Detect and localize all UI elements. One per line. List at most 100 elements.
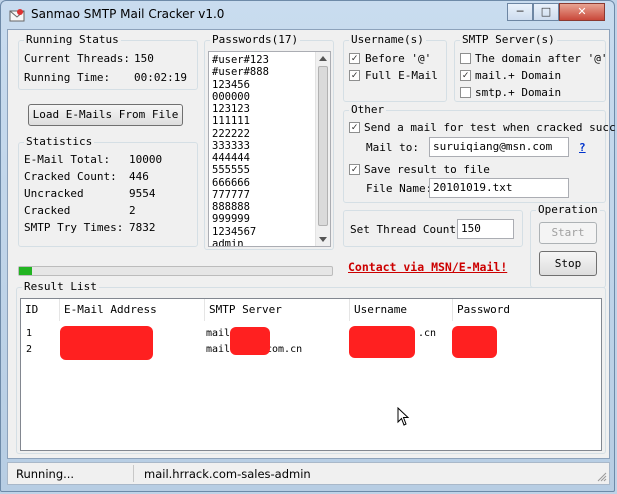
cracked-count-label: Cracked Count: (24, 170, 117, 183)
mail-domain-checkbox[interactable]: ✓ (460, 70, 471, 81)
contact-link[interactable]: Contact via MSN/E-Mail! (348, 261, 507, 274)
progress-bar (18, 266, 333, 276)
thread-count-label: Set Thread Count: (350, 223, 463, 236)
save-result-label: Save result to file (364, 163, 490, 176)
row-id: 1 (26, 328, 33, 339)
smtp-server-group: SMTP Server(s) The domain after '@' ✓ ma… (454, 34, 608, 102)
send-test-mail-label: Send a mail for test when cracked succ (364, 121, 616, 134)
list-item[interactable]: #user#888 (209, 66, 330, 78)
column-header-email[interactable]: E-Mail Address (60, 299, 205, 321)
before-at-label: Before '@' (365, 52, 432, 65)
operation-group: Operation Start Stop (530, 204, 606, 288)
resize-grip-icon[interactable] (596, 471, 607, 482)
maximize-button[interactable]: □ (533, 3, 559, 21)
row-username-suffix: .cn (418, 328, 437, 339)
threads-value: 150 (134, 52, 154, 65)
result-table[interactable]: ID E-Mail Address SMTP Server Username P… (20, 298, 602, 451)
result-list-label: Result List (22, 280, 99, 293)
cracked-label: Cracked (24, 204, 71, 217)
running-status-group: Running Status Current Threads: 150 Runn… (18, 34, 198, 90)
smtp-domain-label: smtp.+ Domain (475, 86, 562, 99)
passwords-list[interactable]: #user#123 #user#888 123456 000000 123123… (208, 51, 331, 247)
cracked-count-value: 446 (129, 170, 149, 183)
list-item[interactable]: 888888 (209, 201, 330, 213)
running-time-value: 00:02:19 (134, 71, 187, 84)
file-name-input[interactable]: 20101019.txt (429, 178, 569, 198)
list-item[interactable]: 999999 (209, 213, 330, 225)
save-result-checkbox[interactable]: ✓ (349, 164, 360, 175)
minimize-button[interactable]: ─ (507, 3, 533, 21)
redaction-mark (349, 326, 415, 358)
email-total-value: 10000 (129, 153, 163, 166)
stop-button[interactable]: Stop (539, 251, 597, 276)
list-item[interactable]: 1234567 (209, 226, 330, 238)
status-bar: Running... mail.hrrack.com-sales-admin (7, 462, 610, 485)
scroll-up-icon[interactable] (319, 55, 327, 61)
progress-fill (19, 267, 32, 275)
cracked-value: 2 (129, 204, 136, 217)
mail-to-input[interactable]: suruiqiang@msn.com (429, 137, 569, 157)
mail-to-label: Mail to: (366, 141, 419, 154)
passwords-group: Passwords(17) #user#123 #user#888 123456… (204, 34, 334, 250)
redaction-mark (60, 326, 153, 360)
mail-domain-label: mail.+ Domain (475, 69, 562, 82)
threads-label: Current Threads: (24, 52, 130, 65)
list-item[interactable]: 666666 (209, 177, 330, 189)
list-item[interactable]: 000000 (209, 91, 330, 103)
result-list-group: Result List ID E-Mail Address SMTP Serve… (16, 281, 606, 454)
list-item[interactable]: 555555 (209, 164, 330, 176)
uncracked-value: 9554 (129, 187, 156, 200)
list-item[interactable]: 222222 (209, 128, 330, 140)
thread-count-group: Set Thread Count: 150 (343, 210, 523, 247)
close-button[interactable]: ✕ (559, 3, 605, 21)
passwords-items: #user#123 #user#888 123456 000000 123123… (209, 52, 330, 246)
list-item[interactable]: 123456 (209, 79, 330, 91)
status-divider (133, 465, 134, 482)
running-time-label: Running Time: (24, 71, 111, 84)
email-total-label: E-Mail Total: (24, 153, 111, 166)
list-item[interactable]: 123123 (209, 103, 330, 115)
file-name-label: File Name: (366, 182, 433, 195)
column-header-smtp[interactable]: SMTP Server (205, 299, 350, 321)
full-email-checkbox[interactable]: ✓ (349, 70, 360, 81)
scroll-down-icon[interactable] (319, 237, 327, 243)
username-group: Username(s) ✓ Before '@' ✓ Full E-Mail (343, 34, 447, 102)
load-emails-button[interactable]: Load E-Mails From File (28, 104, 183, 126)
row-smtp-suffix: com.cn (266, 344, 303, 355)
operation-label: Operation (536, 203, 600, 216)
list-item[interactable]: 111111 (209, 115, 330, 127)
mouse-cursor-icon (397, 407, 410, 426)
passwords-label: Passwords(17) (210, 33, 301, 46)
list-item[interactable]: 333333 (209, 140, 330, 152)
before-at-checkbox[interactable]: ✓ (349, 53, 360, 64)
title-bar[interactable]: Sanmao SMTP Mail Cracker v1.0 ─ □ ✕ (1, 1, 614, 29)
thread-count-input[interactable]: 150 (457, 219, 514, 239)
row-id: 2 (26, 344, 33, 355)
list-item[interactable]: admin (209, 238, 330, 246)
smtp-try-label: SMTP Try Times: (24, 221, 124, 234)
list-item[interactable]: 777777 (209, 189, 330, 201)
running-status-label: Running Status (24, 33, 121, 46)
smtp-server-label: SMTP Server(s) (460, 33, 557, 46)
help-link[interactable]: ? (579, 141, 586, 154)
app-window: Sanmao SMTP Mail Cracker v1.0 ─ □ ✕ Runn… (0, 0, 616, 492)
app-icon (9, 9, 25, 22)
statistics-label: Statistics (24, 135, 95, 148)
domain-after-at-label: The domain after '@' (475, 52, 608, 65)
passwords-scrollbar[interactable] (315, 52, 330, 246)
client-area: Running Status Current Threads: 150 Runn… (7, 29, 616, 459)
column-header-username[interactable]: Username (350, 299, 453, 321)
column-header-password[interactable]: Password (453, 299, 601, 321)
domain-after-at-checkbox[interactable] (460, 53, 471, 64)
send-test-mail-checkbox[interactable]: ✓ (349, 122, 360, 133)
smtp-try-value: 7832 (129, 221, 156, 234)
row-smtp-prefix: mail (206, 344, 231, 355)
redaction-mark (452, 326, 497, 358)
scroll-thumb[interactable] (318, 66, 328, 226)
list-item[interactable]: #user#123 (209, 54, 330, 66)
window-title: Sanmao SMTP Mail Cracker v1.0 (31, 7, 225, 21)
smtp-domain-checkbox[interactable] (460, 87, 471, 98)
column-header-id[interactable]: ID (21, 299, 60, 321)
list-item[interactable]: 444444 (209, 152, 330, 164)
start-button[interactable]: Start (539, 222, 597, 244)
